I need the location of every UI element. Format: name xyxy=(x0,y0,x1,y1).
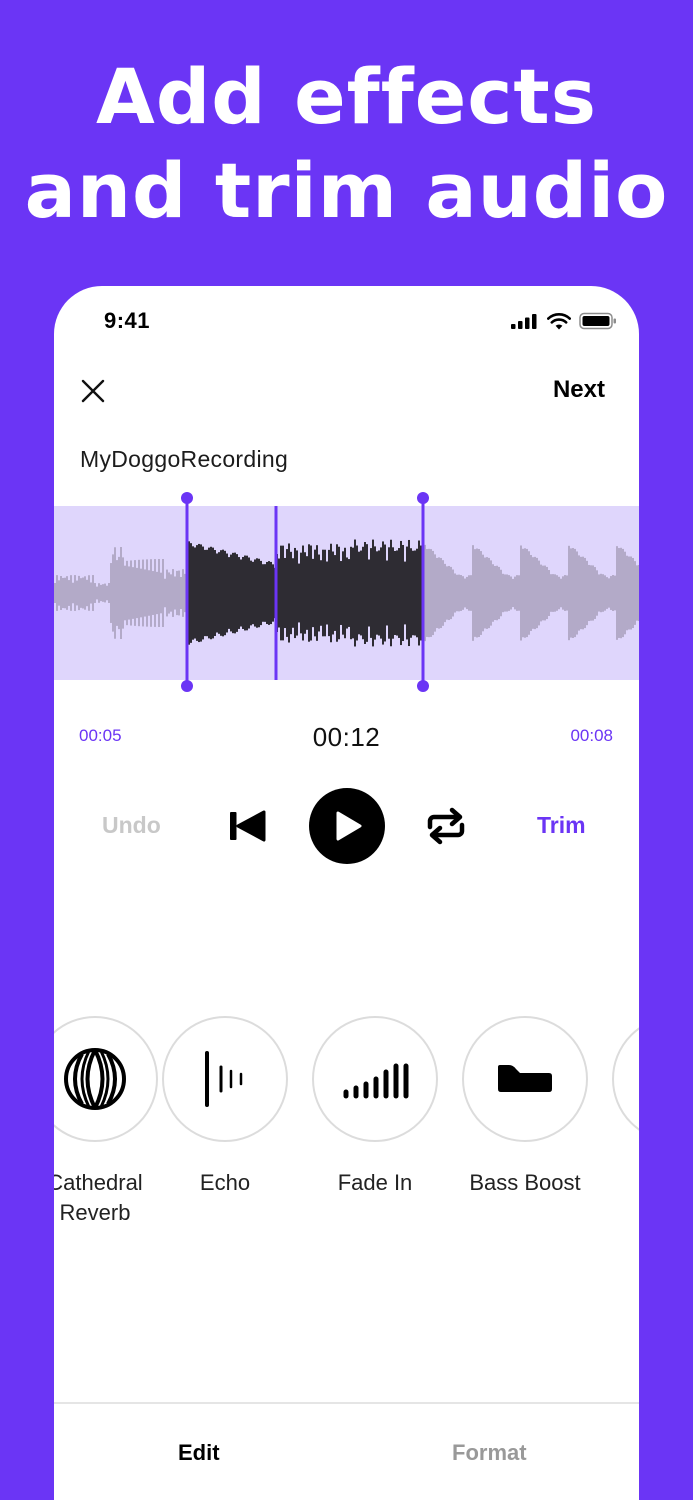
skip-back-button[interactable] xyxy=(228,806,266,846)
close-icon xyxy=(81,379,105,403)
tab-format[interactable]: Format xyxy=(452,1440,527,1466)
bottom-tab-bar: Edit Format xyxy=(54,1402,639,1500)
effect-bass-boost[interactable]: Bass Boost xyxy=(450,1016,600,1198)
tab-edit[interactable]: Edit xyxy=(178,1440,220,1466)
trim-handle-left-bottom[interactable] xyxy=(181,680,193,692)
play-button[interactable] xyxy=(309,788,385,864)
trim-button[interactable]: Trim xyxy=(537,812,586,839)
battery-icon xyxy=(579,312,616,330)
effect-label-line-1: Bass Boost xyxy=(469,1170,581,1195)
close-button[interactable] xyxy=(76,374,110,408)
loop-icon xyxy=(427,807,465,845)
effect-label: Echo xyxy=(150,1168,300,1198)
effect-fade-in[interactable]: Fade In xyxy=(300,1016,450,1198)
echo-icon xyxy=(205,1051,243,1107)
bass-boost-icon xyxy=(498,1065,552,1092)
effect-label-line-1: Fade In xyxy=(337,1170,413,1195)
cathedral-reverb-icon xyxy=(64,1048,126,1110)
undo-button[interactable]: Undo xyxy=(102,812,161,839)
next-button[interactable]: Next xyxy=(553,376,605,404)
status-time: 9:41 xyxy=(104,308,151,333)
effect-label: Fade In xyxy=(300,1168,450,1198)
effect-echo[interactable]: Echo xyxy=(150,1016,300,1198)
headline: Add effects and trim audio xyxy=(0,50,693,238)
effect-circle xyxy=(312,1016,438,1142)
current-time: 00:12 xyxy=(312,722,381,752)
loop-button[interactable] xyxy=(424,806,468,846)
wifi-icon xyxy=(547,312,571,329)
headline-line-2: and trim audio xyxy=(24,146,669,235)
trim-end-time: 00:08 xyxy=(570,726,613,745)
trim-handle-left-top[interactable] xyxy=(181,492,193,504)
waveform[interactable] xyxy=(54,486,639,696)
effect-circle xyxy=(54,1016,158,1142)
effect-label-line-1: Echo xyxy=(199,1170,251,1195)
trim-handle-right-bottom[interactable] xyxy=(417,680,429,692)
play-icon xyxy=(336,811,362,841)
effect-circle xyxy=(612,1016,639,1142)
recording-title: MyDoggoRecording xyxy=(80,446,289,472)
effect-circle xyxy=(162,1016,288,1142)
effect-label: Bass Boost xyxy=(450,1168,600,1198)
waveform-bars xyxy=(54,539,639,647)
effect-circle xyxy=(462,1016,588,1142)
status-icons xyxy=(511,312,617,330)
trim-handle-right-top[interactable] xyxy=(417,492,429,504)
headline-line-1: Add effects xyxy=(96,52,597,141)
effect-label-line-2: Reverb xyxy=(59,1200,131,1225)
effect-partial-next[interactable] xyxy=(600,1016,639,1142)
skip-back-icon xyxy=(230,810,266,842)
phone-screen: 9:41 Next MyDoggoRecording 00:05 00:12 0… xyxy=(54,286,639,1500)
signal-icon xyxy=(511,314,537,329)
fade-in-icon xyxy=(343,1063,409,1099)
